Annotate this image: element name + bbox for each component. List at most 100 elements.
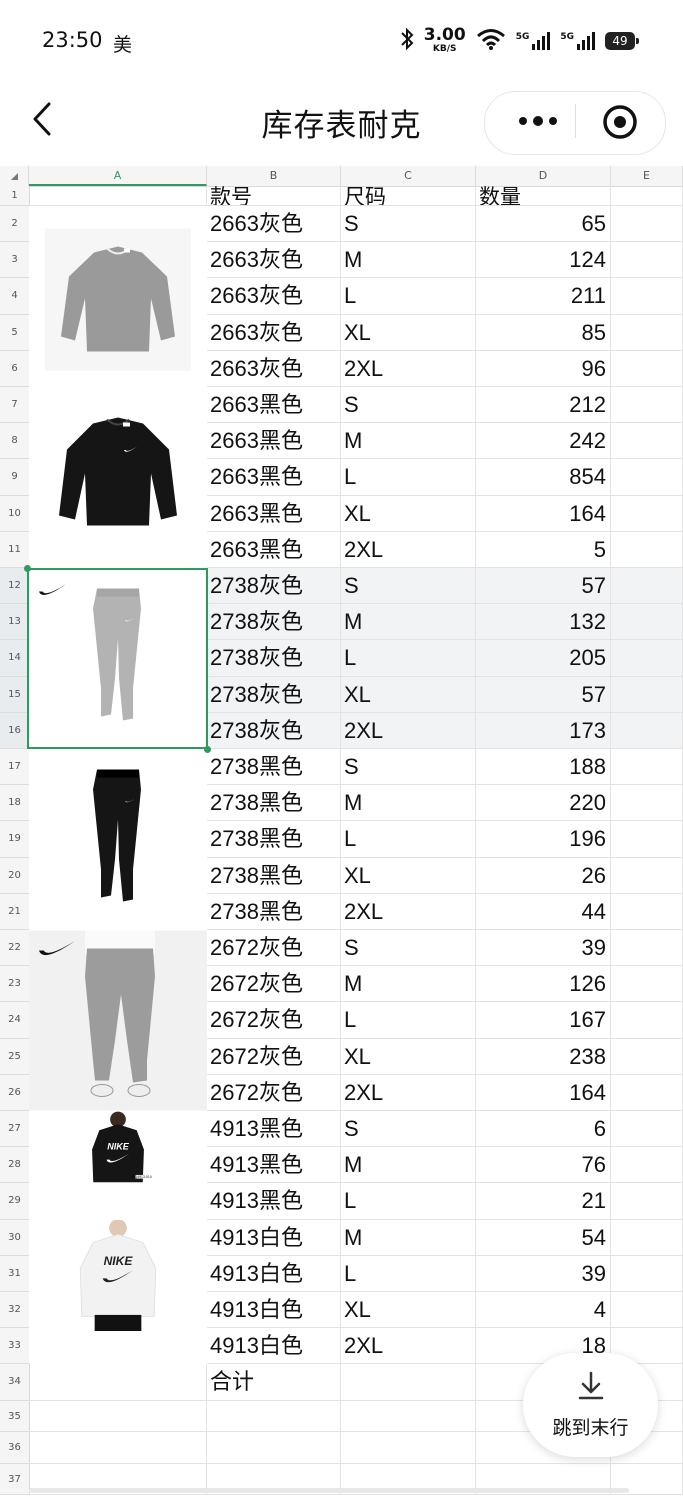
cell[interactable]: [611, 387, 683, 424]
style-cell[interactable]: 2738灰色: [207, 640, 341, 677]
selection-handle[interactable]: [204, 746, 211, 753]
size-cell[interactable]: L: [341, 821, 476, 858]
row-header[interactable]: 36: [0, 1432, 29, 1464]
row-header[interactable]: 10: [0, 496, 29, 532]
header-cell-size[interactable]: 尺码: [341, 186, 476, 206]
qty-cell[interactable]: 212: [476, 387, 611, 424]
select-all-corner[interactable]: [0, 166, 29, 186]
cell[interactable]: [207, 1400, 341, 1433]
qty-cell[interactable]: 164: [476, 495, 611, 532]
cell[interactable]: [207, 1432, 341, 1464]
style-cell[interactable]: 2738黑色: [207, 821, 341, 858]
cell[interactable]: [611, 206, 683, 243]
style-cell[interactable]: 2663灰色: [207, 314, 341, 351]
style-cell[interactable]: 2672灰色: [207, 1002, 341, 1039]
size-cell[interactable]: 2XL: [341, 350, 476, 387]
product-image-black-crewneck-sweatshirt[interactable]: [29, 387, 207, 568]
size-cell[interactable]: XL: [341, 1292, 476, 1329]
row-header[interactable]: 8: [0, 423, 29, 460]
size-cell[interactable]: M: [341, 1147, 476, 1184]
size-cell[interactable]: M: [341, 785, 476, 822]
style-cell[interactable]: 2738黑色: [207, 857, 341, 894]
row-header[interactable]: 3: [0, 242, 29, 279]
cell[interactable]: [611, 640, 683, 677]
style-cell[interactable]: 4913白色: [207, 1328, 341, 1365]
cell[interactable]: [29, 186, 207, 206]
style-cell[interactable]: 2663黑色: [207, 459, 341, 496]
row-header[interactable]: 7: [0, 387, 29, 424]
style-cell[interactable]: 2672灰色: [207, 966, 341, 1003]
row-header[interactable]: 26: [0, 1075, 29, 1111]
size-cell[interactable]: L: [341, 459, 476, 496]
column-header-d[interactable]: D: [476, 166, 611, 186]
style-cell[interactable]: 2663黑色: [207, 495, 341, 532]
size-cell[interactable]: L: [341, 1255, 476, 1292]
cell[interactable]: [29, 1400, 207, 1433]
qty-cell[interactable]: 26: [476, 857, 611, 894]
size-cell[interactable]: L: [341, 278, 476, 315]
column-header-c[interactable]: C: [341, 166, 476, 186]
qty-cell[interactable]: 220: [476, 785, 611, 822]
qty-cell[interactable]: 54: [476, 1219, 611, 1256]
qty-cell[interactable]: 39: [476, 1255, 611, 1292]
style-cell[interactable]: 4913白色: [207, 1292, 341, 1329]
style-cell[interactable]: 2672灰色: [207, 1038, 341, 1075]
qty-cell[interactable]: 124: [476, 242, 611, 279]
size-cell[interactable]: M: [341, 423, 476, 460]
size-cell[interactable]: L: [341, 640, 476, 677]
qty-cell[interactable]: 5: [476, 531, 611, 568]
size-cell[interactable]: M: [341, 242, 476, 279]
row-header[interactable]: 25: [0, 1039, 29, 1075]
cell[interactable]: [611, 821, 683, 858]
style-cell[interactable]: 4913黑色: [207, 1111, 341, 1148]
cell[interactable]: [611, 676, 683, 713]
cell[interactable]: [611, 749, 683, 786]
size-cell[interactable]: XL: [341, 495, 476, 532]
style-cell[interactable]: 2738黑色: [207, 893, 341, 930]
column-header-a[interactable]: A: [29, 166, 207, 186]
cell-selection[interactable]: [27, 568, 208, 749]
qty-cell[interactable]: 76: [476, 1147, 611, 1184]
qty-cell[interactable]: 167: [476, 1002, 611, 1039]
row-header[interactable]: 18: [0, 785, 29, 822]
qty-cell[interactable]: 132: [476, 604, 611, 641]
row-header[interactable]: 29: [0, 1183, 29, 1220]
row-header[interactable]: 19: [0, 821, 29, 858]
cell[interactable]: [611, 857, 683, 894]
row-header[interactable]: 23: [0, 966, 29, 1003]
cell[interactable]: [341, 1364, 476, 1401]
qty-cell[interactable]: 39: [476, 930, 611, 967]
qty-cell[interactable]: 242: [476, 423, 611, 460]
cell[interactable]: [611, 568, 683, 605]
cell[interactable]: [611, 1074, 683, 1111]
row-header[interactable]: 4: [0, 278, 29, 315]
style-cell[interactable]: 2738黑色: [207, 785, 341, 822]
row-header[interactable]: 5: [0, 315, 29, 351]
size-cell[interactable]: XL: [341, 857, 476, 894]
qty-cell[interactable]: 96: [476, 350, 611, 387]
size-cell[interactable]: S: [341, 1111, 476, 1148]
size-cell[interactable]: 2XL: [341, 1328, 476, 1365]
style-cell[interactable]: 2663灰色: [207, 206, 341, 243]
row-header[interactable]: 6: [0, 351, 29, 387]
size-cell[interactable]: S: [341, 749, 476, 786]
size-cell[interactable]: S: [341, 206, 476, 243]
cell[interactable]: [611, 242, 683, 279]
row-header[interactable]: 1: [0, 186, 29, 206]
cell[interactable]: [611, 966, 683, 1003]
row-header[interactable]: 20: [0, 858, 29, 894]
size-cell[interactable]: L: [341, 1002, 476, 1039]
cell[interactable]: [611, 531, 683, 568]
cell[interactable]: [611, 1147, 683, 1184]
qty-cell[interactable]: 211: [476, 278, 611, 315]
style-cell[interactable]: 2663灰色: [207, 278, 341, 315]
qty-cell[interactable]: 205: [476, 640, 611, 677]
cell[interactable]: [611, 423, 683, 460]
row-header[interactable]: 28: [0, 1147, 29, 1184]
qty-cell[interactable]: 126: [476, 966, 611, 1003]
column-header-e[interactable]: E: [611, 166, 683, 186]
qty-cell[interactable]: 85: [476, 314, 611, 351]
qty-cell[interactable]: 854: [476, 459, 611, 496]
row-header[interactable]: 15: [0, 676, 29, 713]
row-header[interactable]: 11: [0, 532, 29, 568]
